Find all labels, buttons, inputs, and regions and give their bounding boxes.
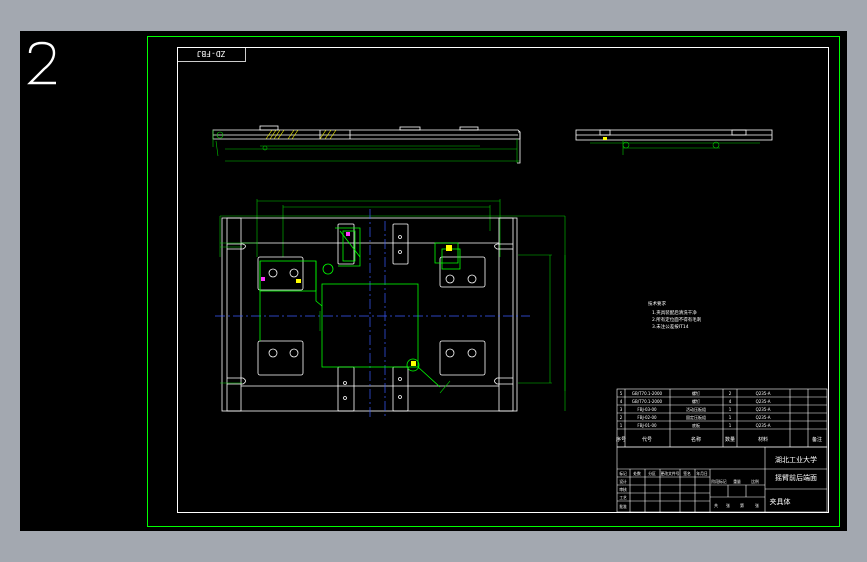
tb-label-0: 标记: [619, 471, 627, 476]
outer-frame: [147, 36, 840, 527]
tech-note-1: 1.夹具装配后清洗干净: [652, 309, 697, 316]
tb-role-0: 设计: [619, 479, 627, 484]
tb-role-2: 工艺: [619, 495, 627, 500]
drawing-number-box: ZD-FBJ: [177, 47, 246, 62]
parts-cell-name: 底板: [692, 422, 700, 428]
parts-header: 序号 代号 名称 数量 材料 备注: [616, 436, 822, 443]
tb-bottom-3: 张: [755, 502, 759, 508]
tb-stage-2: 比例: [751, 479, 759, 484]
parts-cell-material: Q235-A: [756, 399, 771, 404]
parts-cell-name: 螺钉: [692, 390, 700, 396]
parts-cell-name: 螺钉: [692, 398, 700, 404]
parts-cell-material: Q235-A: [756, 407, 771, 412]
side-marker: [603, 137, 607, 140]
parts-cell-qty: 2: [729, 391, 732, 396]
center-lines: [215, 209, 530, 419]
parts-cell-material: Q235-A: [756, 415, 771, 420]
side-view-dims: [590, 140, 760, 155]
marker-c: [261, 277, 265, 281]
drawing-title-1: 摇臂前后端面: [775, 473, 817, 482]
marker-b: [411, 361, 416, 366]
elevation-view: [212, 125, 521, 140]
parts-cell-no: 3: [620, 407, 623, 412]
parts-cell-material: Q235-A: [756, 423, 771, 428]
tb-bottom-1: 张: [726, 502, 730, 508]
parts-cell-qty: 1: [729, 423, 732, 428]
drawing-number: ZD-FBJ: [197, 49, 226, 58]
clamp-blocks: [257, 223, 486, 412]
parts-header-note: 备注: [812, 436, 822, 443]
marker-a: [446, 245, 452, 251]
tb-bottom-2: 第: [740, 502, 744, 508]
parts-header-no: 序号: [616, 436, 626, 443]
parts-header-code: 代号: [642, 436, 652, 443]
parts-cell-no: 5: [620, 391, 623, 396]
tb-label-5: 年月日: [696, 471, 708, 476]
parts-cell-qty: 4: [729, 399, 732, 404]
parts-cell-code: FBJ-03-00: [637, 407, 657, 412]
tb-role-3: 批准: [619, 504, 627, 509]
tb-label-1: 处数: [633, 471, 641, 476]
parts-cell-code: GB/T70.1-2000: [632, 399, 663, 404]
tech-note-3: 3.未注公差按IT14: [652, 323, 689, 330]
parts-cell-code: GB/T70.1-2000: [632, 391, 663, 396]
tb-role-1: 审核: [619, 487, 627, 492]
parts-cell-no: 4: [620, 399, 623, 404]
parts-cell-code: FBJ-01-00: [637, 423, 657, 428]
parts-cell-no: 2: [620, 415, 623, 420]
parts-cell-name: 活动压板组: [686, 406, 706, 412]
drawing-title-2: 夹具体: [770, 497, 791, 506]
parts-cell-no: 1: [620, 423, 623, 428]
parts-header-material: 材料: [758, 436, 768, 443]
tech-notes: 技术要求 1.夹具装配后清洗干净 2.所有定位面不得有毛刺 3.未注公差按IT1…: [648, 300, 702, 330]
drawing-sheet: ZD-FBJ 技术要求 1.夹具装配后清洗干净 2.所有定位面不得有毛刺 3.未…: [147, 36, 840, 527]
tb-label-3: 更改文件号: [661, 471, 680, 476]
marker-d: [346, 232, 350, 236]
workpiece-outline: [259, 227, 461, 388]
cad-viewport[interactable]: 2 ZD-FBJ: [20, 31, 847, 531]
tb-bottom-0: 共: [714, 502, 718, 508]
tb-label-2: 分区: [648, 471, 656, 476]
tech-note-2: 2.所有定位面不得有毛刺: [652, 316, 702, 323]
parts-cell-qty: 1: [729, 415, 732, 420]
tb-stage-1: 重量: [733, 479, 741, 484]
parts-cell-name: 固定压板组: [686, 414, 706, 420]
elevation-base: [517, 131, 521, 164]
tb-stage-0: 阶段标记: [711, 479, 726, 484]
tb-label-4: 签名: [683, 471, 691, 476]
parts-cell-code: FBJ-02-00: [637, 415, 657, 420]
base-plate: [221, 217, 518, 412]
tech-notes-heading: 技术要求: [648, 300, 666, 307]
university-name: 湖北工业大学: [775, 455, 817, 464]
parts-list-rows: 5 GB/T70.1-2000 螺钉 2 Q235-A 4 GB/T70.1-2000 螺钉 4…: [620, 390, 771, 428]
plan-dims-right: [518, 254, 566, 411]
marker-e: [296, 279, 301, 283]
parts-header-name: 名称: [691, 436, 701, 443]
parts-cell-material: Q235-A: [756, 391, 771, 396]
elevation-hatch: [265, 129, 337, 140]
parts-header-qty: 数量: [725, 436, 735, 443]
parts-cell-qty: 1: [729, 407, 732, 412]
